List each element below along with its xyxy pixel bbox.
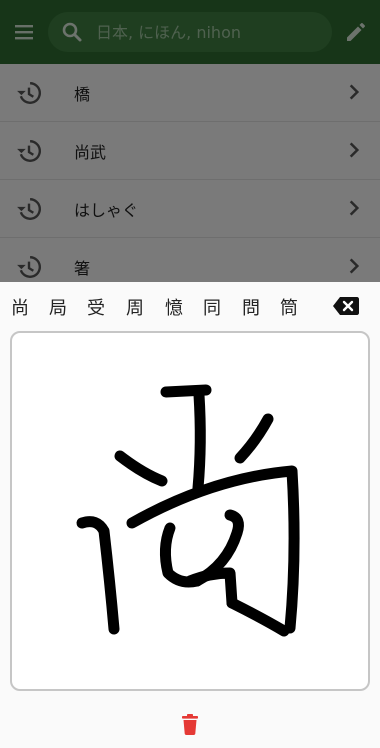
- candidate-kanji[interactable]: 周: [123, 294, 147, 320]
- search-box[interactable]: [48, 12, 332, 52]
- kanji-candidate-bar: 尚 局 受 周 憶 同 問 筒: [0, 282, 380, 330]
- history-item[interactable]: 橋: [0, 64, 380, 122]
- handwriting-strokes: [76, 384, 300, 637]
- history-icon: [17, 82, 41, 104]
- candidate-kanji[interactable]: 局: [46, 294, 70, 320]
- menu-button[interactable]: [0, 0, 48, 64]
- history-icon: [17, 256, 41, 278]
- chevron-right-icon: [349, 200, 360, 216]
- menu-icon: [15, 25, 33, 40]
- search-icon: [58, 18, 86, 46]
- history-item-label: 尚武: [74, 142, 107, 162]
- backspace-icon[interactable]: [332, 294, 360, 318]
- history-item[interactable]: はしゃぐ: [0, 180, 380, 238]
- history-item[interactable]: 尚武: [0, 122, 380, 180]
- edit-button[interactable]: [332, 0, 380, 64]
- trash-icon[interactable]: [178, 712, 202, 736]
- app-bar: [0, 0, 380, 64]
- history-item-label: 箸: [74, 258, 91, 278]
- history-item-label: 橋: [74, 84, 91, 104]
- candidate-kanji[interactable]: 受: [84, 294, 108, 320]
- history-list: 橋 尚武 はしゃぐ 箸: [0, 64, 380, 282]
- candidate-kanji[interactable]: 憶: [162, 294, 186, 320]
- candidate-kanji[interactable]: 同: [200, 294, 224, 320]
- chevron-right-icon: [349, 84, 360, 100]
- candidate-kanji[interactable]: 筒: [277, 294, 301, 320]
- chevron-right-icon: [349, 142, 360, 158]
- candidate-kanji[interactable]: 尚: [8, 294, 32, 320]
- history-icon: [17, 198, 41, 220]
- history-item-label: はしゃぐ: [74, 200, 139, 220]
- search-input[interactable]: [94, 21, 318, 43]
- history-icon: [17, 140, 41, 162]
- candidate-kanji[interactable]: 問: [239, 294, 263, 320]
- pencil-icon: [347, 23, 365, 41]
- chevron-right-icon: [349, 258, 360, 274]
- handwriting-canvas[interactable]: [10, 331, 370, 691]
